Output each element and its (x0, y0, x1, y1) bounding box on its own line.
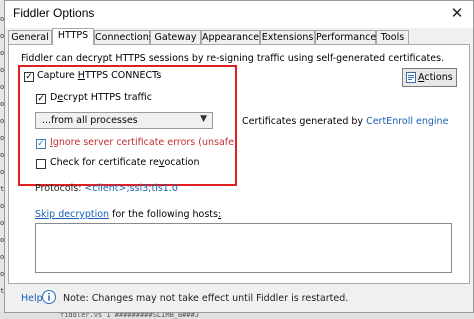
tab-appearance[interactable]: Appearance (201, 30, 260, 44)
certificates-generated-text: Certificates generated by CertEnroll eng… (242, 116, 449, 127)
info-icon (42, 290, 56, 304)
tab-extensions[interactable]: Extensions (260, 30, 315, 44)
tab-connections[interactable]: Connections (94, 30, 154, 44)
skip-decryption-text: Skip decryption for the following hosts: (35, 209, 222, 220)
https-description: Fiddler can decrypt HTTPS sessions by re… (21, 53, 445, 64)
certenroll-engine-link[interactable]: CertEnroll engine (366, 116, 448, 127)
protocols-link[interactable]: <client>;ssl3;tls1.0 (84, 183, 177, 194)
actions-button[interactable]: Actions (402, 68, 457, 87)
highlight-box (18, 65, 237, 186)
tab-gateway[interactable]: Gateway (150, 30, 201, 44)
close-button[interactable]: ✕ (447, 4, 467, 22)
tab-tools[interactable]: Tools (376, 30, 409, 44)
window-title: Fiddler Options (13, 6, 95, 20)
tab-https[interactable]: HTTPS (52, 28, 94, 45)
tab-general[interactable]: General (8, 30, 52, 44)
fiddler-options-dialog: Fiddler Options ✕ General HTTPS Connecti… (4, 0, 474, 313)
actions-label: Actions (418, 72, 453, 83)
restart-note: Note: Changes may not take effect until … (63, 293, 349, 304)
skip-decryption-hosts-input[interactable] (35, 223, 452, 273)
skip-decryption-link[interactable]: Skip decryption (35, 209, 109, 220)
title-bar: Fiddler Options ✕ (5, 1, 473, 28)
protocols-text: Protocols: <client>;ssl3;tls1.0 (35, 183, 178, 194)
help-link[interactable]: Help (21, 293, 43, 304)
tab-performance[interactable]: Performance (315, 30, 376, 44)
certificate-icon (406, 72, 416, 83)
